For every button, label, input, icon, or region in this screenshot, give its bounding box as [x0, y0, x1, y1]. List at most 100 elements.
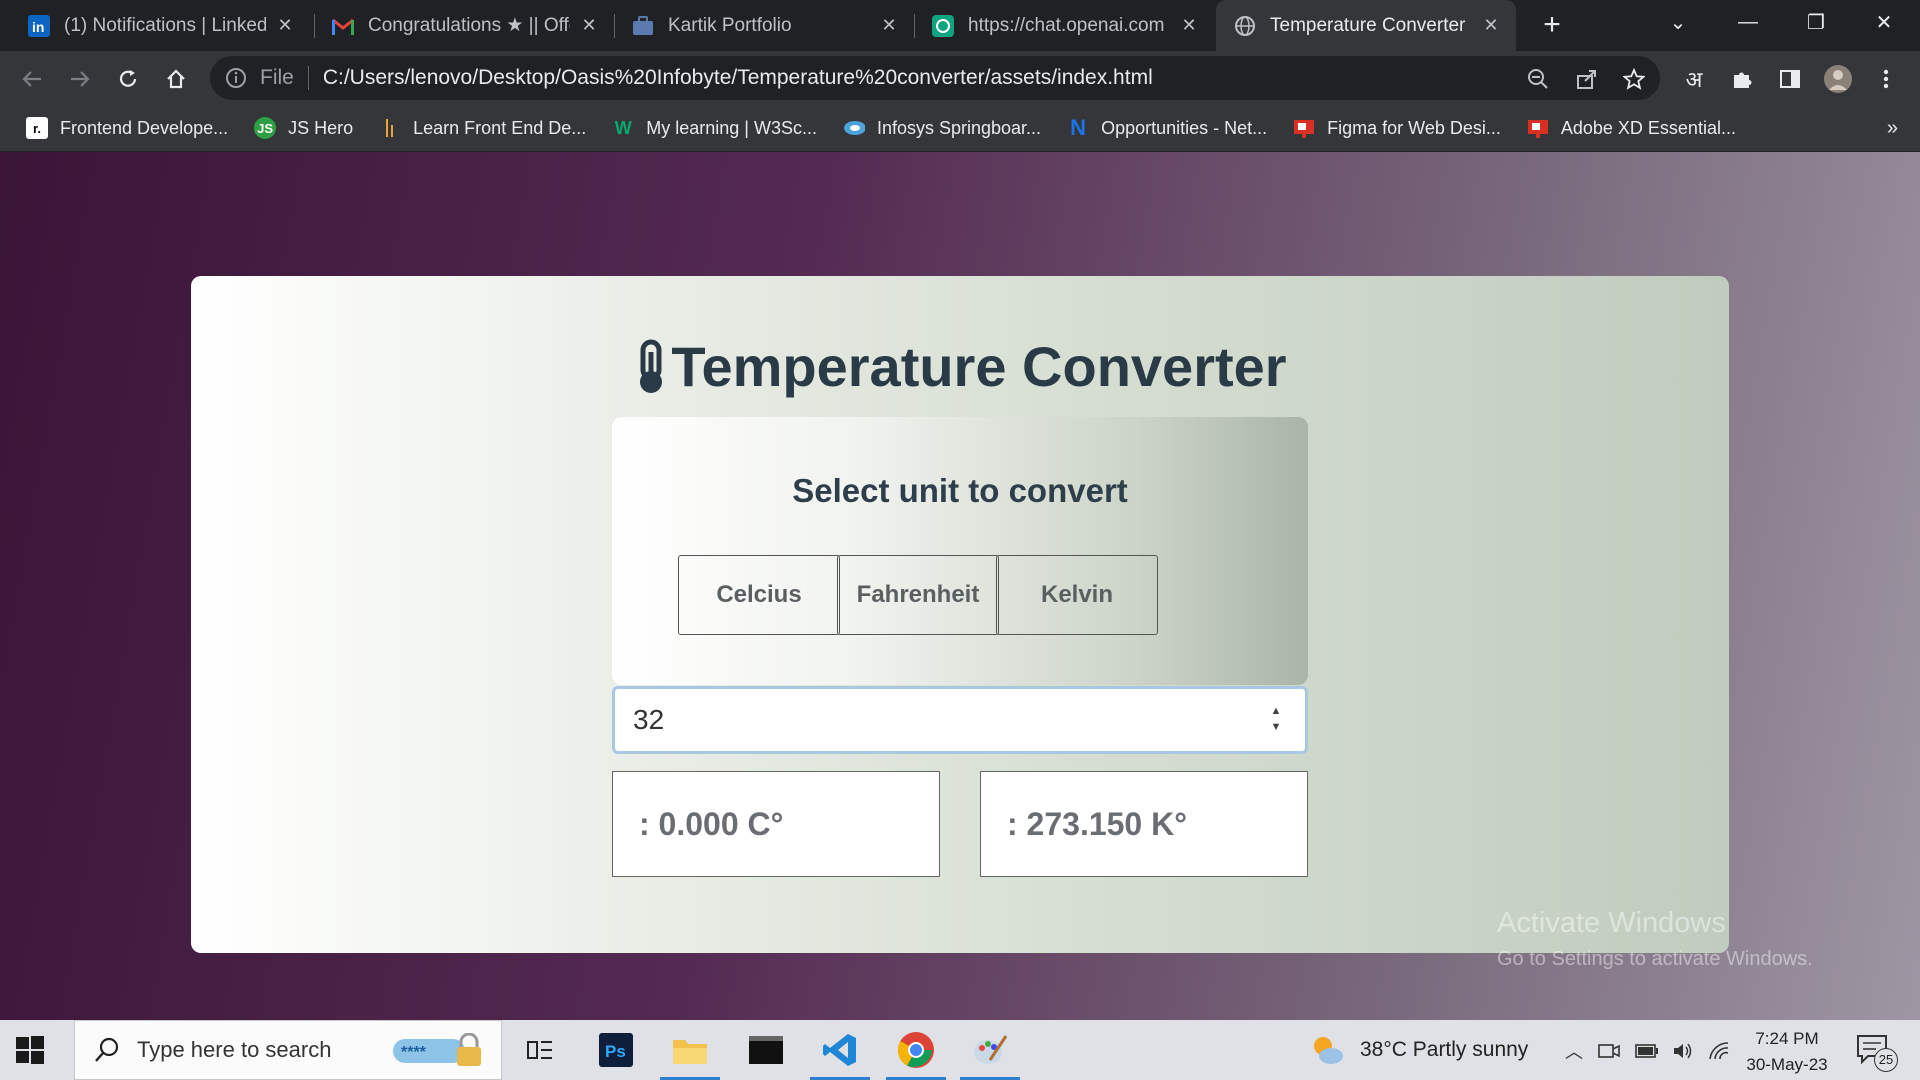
close-tab-icon[interactable]: ✕: [1480, 15, 1502, 37]
bars-icon: [379, 117, 401, 139]
naukri-n-icon: N: [1070, 115, 1086, 140]
meet-now-icon[interactable]: [1596, 1038, 1622, 1064]
bookmark-label: Adobe XD Essential...: [1560, 117, 1736, 138]
new-tab-button[interactable]: +: [1536, 10, 1568, 42]
page-viewport: Temperature Converter Select unit to con…: [0, 152, 1920, 1020]
clock-date: 30-May-23: [1746, 1055, 1828, 1074]
side-panel-icon[interactable]: [1772, 61, 1808, 97]
activate-windows-watermark: Activate Windows Go to Settings to activ…: [1497, 907, 1813, 971]
browser-tab-strip: in (1) Notifications | LinkedIn ✕ Congra…: [0, 0, 1920, 51]
bookmark-item[interactable]: r. Frontend Develope...: [26, 117, 228, 139]
menu-kebab-icon[interactable]: [1868, 61, 1904, 97]
address-bar[interactable]: File C:/Users/lenovo/Desktop/Oasis%20Inf…: [210, 56, 1660, 100]
bookmark-item[interactable]: Figma for Web Desi...: [1293, 117, 1501, 139]
bookmarks-overflow-icon[interactable]: »: [1887, 117, 1898, 140]
svg-text:Ps: Ps: [605, 1042, 626, 1061]
notification-center-button[interactable]: 25: [1856, 1034, 1898, 1072]
globe-icon: [1234, 15, 1256, 37]
translate-extension-icon[interactable]: अ: [1676, 61, 1712, 97]
minimize-button[interactable]: —: [1718, 0, 1778, 44]
chrome-icon[interactable]: [894, 1028, 938, 1072]
close-tab-icon[interactable]: ✕: [578, 15, 600, 37]
spinner-up-icon[interactable]: ▲: [1269, 703, 1283, 719]
home-icon[interactable]: [158, 61, 194, 97]
watermark-line-1: Activate Windows: [1497, 907, 1726, 939]
infosys-icon: [843, 117, 865, 139]
celcius-button[interactable]: Celcius: [678, 555, 840, 635]
clock-time: 7:24 PM: [1755, 1029, 1819, 1048]
url-text[interactable]: C:/Users/lenovo/Desktop/Oasis%20Infobyte…: [323, 66, 1153, 90]
weather-text: 38°C Partly sunny: [1360, 1038, 1529, 1061]
bookmark-label: Infosys Springboar...: [876, 117, 1042, 138]
kelvin-result: : 273.150 K°: [980, 771, 1308, 877]
zoom-out-icon[interactable]: [1520, 61, 1556, 97]
bookmark-label: Frontend Develope...: [60, 117, 229, 138]
search-placeholder: Type here to search: [137, 1037, 332, 1062]
bookmark-star-icon[interactable]: [1616, 61, 1652, 97]
thermometer-icon: [640, 339, 663, 393]
r-logo-icon: r.: [26, 117, 48, 139]
bookmark-item[interactable]: Adobe XD Essential...: [1527, 117, 1736, 139]
bookmarks-bar: r. Frontend Develope... JS JS Hero Learn…: [0, 105, 1920, 151]
fahrenheit-button[interactable]: Fahrenheit: [837, 555, 999, 635]
reload-icon[interactable]: [110, 61, 146, 97]
vscode-icon[interactable]: [818, 1028, 862, 1072]
panel-heading: Select unit to convert: [792, 472, 1128, 509]
back-arrow-icon[interactable]: [14, 61, 50, 97]
slides-icon: [1293, 117, 1315, 139]
tab-gmail[interactable]: Congratulations ★ || Offer ✕: [314, 0, 614, 51]
bookmark-item[interactable]: Infosys Springboar...: [843, 117, 1041, 139]
restore-button[interactable]: ❐: [1786, 0, 1846, 44]
windows-start-icon[interactable]: [14, 1034, 46, 1066]
bookmark-item[interactable]: Learn Front End De...: [379, 117, 586, 139]
site-info-icon[interactable]: [224, 66, 248, 90]
tab-title: Temperature Converter: [1270, 14, 1466, 36]
browser-toolbar: File C:/Users/lenovo/Desktop/Oasis%20Inf…: [0, 51, 1920, 105]
paint-icon[interactable]: [968, 1028, 1012, 1072]
bookmark-item[interactable]: N Opportunities - Net...: [1067, 115, 1267, 140]
tray-chevron-up-icon[interactable]: ︿: [1561, 1038, 1587, 1064]
photoshop-icon[interactable]: Ps: [594, 1028, 638, 1072]
tab-linkedin[interactable]: in (1) Notifications | LinkedIn ✕: [10, 0, 310, 51]
temperature-input-box[interactable]: ▲ ▼: [612, 686, 1308, 754]
temperature-input[interactable]: [633, 699, 1233, 741]
close-window-button[interactable]: ✕: [1854, 0, 1914, 44]
bookmark-label: Figma for Web Desi...: [1327, 117, 1501, 138]
wifi-icon[interactable]: [1706, 1038, 1732, 1064]
openai-icon: [932, 14, 954, 37]
number-spinner[interactable]: ▲ ▼: [1269, 703, 1283, 737]
gmail-icon: [332, 15, 354, 37]
bookmark-item[interactable]: JS JS Hero: [254, 117, 353, 139]
windows-taskbar: Type here to search **** Ps 38°C Partly …: [0, 1020, 1920, 1080]
linkedin-icon: in: [28, 14, 50, 37]
bookmark-label: My learning | W3Sc...: [646, 117, 817, 138]
forward-arrow-icon[interactable]: [62, 61, 98, 97]
kelvin-button[interactable]: Kelvin: [996, 555, 1158, 635]
task-view-icon[interactable]: [518, 1028, 562, 1072]
tab-portfolio[interactable]: Kartik Portfolio ✕: [614, 0, 914, 51]
battery-icon[interactable]: [1634, 1038, 1660, 1064]
extensions-puzzle-icon[interactable]: [1724, 61, 1760, 97]
page-title-text: Temperature Converter: [671, 335, 1287, 398]
converter-card: Temperature Converter Select unit to con…: [191, 276, 1729, 953]
close-tab-icon[interactable]: ✕: [878, 15, 900, 37]
spinner-down-icon[interactable]: ▼: [1269, 719, 1283, 735]
tab-temperature-converter[interactable]: Temperature Converter ✕: [1216, 0, 1516, 51]
share-icon[interactable]: [1568, 61, 1604, 97]
close-tab-icon[interactable]: ✕: [1178, 15, 1200, 37]
file-explorer-icon[interactable]: [668, 1028, 712, 1072]
tab-search-chevron-icon[interactable]: ⌄: [1648, 0, 1708, 44]
terminal-icon[interactable]: [744, 1028, 788, 1072]
weather-widget[interactable]: 38°C Partly sunny: [1310, 1020, 1528, 1080]
system-clock[interactable]: 7:24 PM 30-May-23: [1742, 1026, 1832, 1078]
tab-title: (1) Notifications | LinkedIn: [64, 14, 266, 36]
volume-icon[interactable]: [1670, 1038, 1696, 1064]
taskbar-search-box[interactable]: Type here to search ****: [74, 1020, 502, 1080]
bookmark-label: Learn Front End De...: [413, 117, 587, 138]
tab-chatgpt[interactable]: https://chat.openai.com ✕: [914, 0, 1214, 51]
bookmark-item[interactable]: W My learning | W3Sc...: [612, 117, 817, 139]
svg-text:in: in: [32, 19, 44, 35]
svg-text:****: ****: [401, 1044, 427, 1061]
close-tab-icon[interactable]: ✕: [274, 15, 296, 37]
profile-avatar[interactable]: [1820, 61, 1856, 97]
